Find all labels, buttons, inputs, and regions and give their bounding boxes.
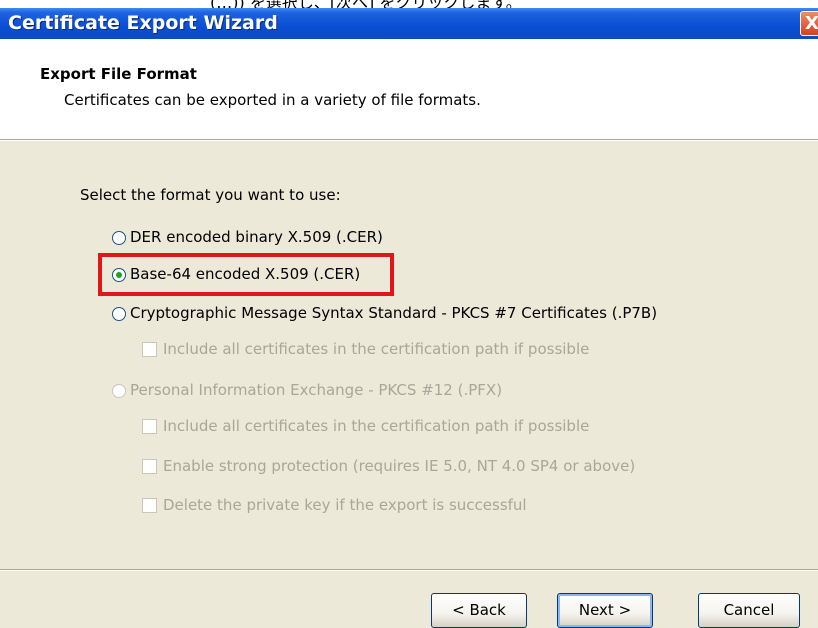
format-prompt: Select the format you want to use: — [80, 186, 341, 204]
header-subtitle: Certificates can be exported in a variet… — [64, 91, 481, 109]
pfx-delete-key-label: Delete the private key if the export is … — [163, 496, 527, 514]
wizard-header: Export File Format Certificates can be e… — [0, 39, 818, 139]
pfx-include-all-checkbox[interactable] — [142, 419, 157, 434]
der-radio[interactable] — [112, 231, 126, 245]
back-button[interactable]: < Back — [431, 593, 527, 628]
pkcs7-include-all-label: Include all certificates in the certific… — [163, 340, 590, 358]
pfx-label: Personal Information Exchange - PKCS #12… — [130, 381, 503, 399]
pkcs7-radio[interactable] — [112, 307, 126, 321]
top-caption-text: (…)) を選択し、[次へ] をクリックします。 — [210, 0, 522, 8]
pkcs7-include-all-checkbox[interactable] — [142, 342, 157, 357]
pfx-strong-protection-label: Enable strong protection (requires IE 5.… — [163, 457, 636, 475]
title-bar[interactable]: Certificate Export Wizard X — [0, 8, 818, 39]
window-title: Certificate Export Wizard — [8, 12, 278, 34]
cancel-button[interactable]: Cancel — [698, 593, 800, 628]
pfx-radio[interactable] — [112, 384, 126, 398]
footer-divider — [0, 569, 818, 571]
header-divider — [0, 139, 818, 141]
header-title: Export File Format — [40, 65, 197, 83]
pfx-include-all-label: Include all certificates in the certific… — [163, 417, 590, 435]
der-label[interactable]: DER encoded binary X.509 (.CER) — [130, 228, 383, 246]
next-button[interactable]: Next > — [557, 593, 653, 628]
pkcs7-label[interactable]: Cryptographic Message Syntax Standard - … — [130, 304, 657, 322]
pfx-strong-protection-checkbox[interactable] — [142, 459, 157, 474]
selection-highlight-box — [98, 253, 394, 296]
close-icon[interactable]: X — [800, 11, 818, 36]
pfx-delete-key-checkbox[interactable] — [142, 498, 157, 513]
top-caption-strip: (…)) を選択し、[次へ] をクリックします。 — [0, 0, 818, 8]
